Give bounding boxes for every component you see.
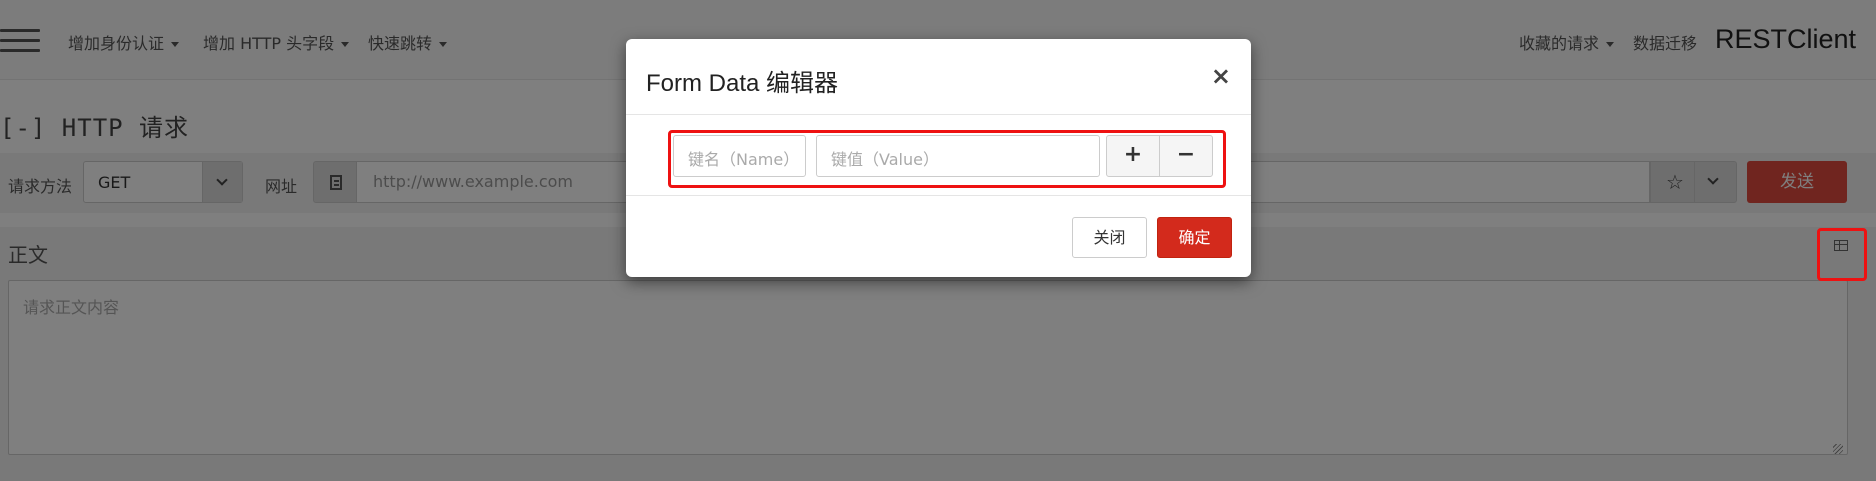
confirm-button[interactable]: 确定 <box>1157 217 1232 258</box>
modal-body: 键名（Name） 键值（Value） + − <box>626 115 1251 196</box>
key-value-input[interactable]: 键值（Value） <box>816 135 1100 177</box>
modal-header: Form Data 编辑器 × <box>626 39 1251 115</box>
close-icon[interactable]: × <box>1211 64 1231 88</box>
close-button[interactable]: 关闭 <box>1072 217 1147 258</box>
add-row-button[interactable]: + <box>1106 135 1160 177</box>
key-name-input[interactable]: 键名（Name） <box>673 135 806 177</box>
modal-title: Form Data 编辑器 <box>646 70 839 97</box>
form-data-editor-modal: Form Data 编辑器 × 键名（Name） 键值（Value） + − 关… <box>626 39 1251 277</box>
remove-row-button[interactable]: − <box>1159 135 1213 177</box>
